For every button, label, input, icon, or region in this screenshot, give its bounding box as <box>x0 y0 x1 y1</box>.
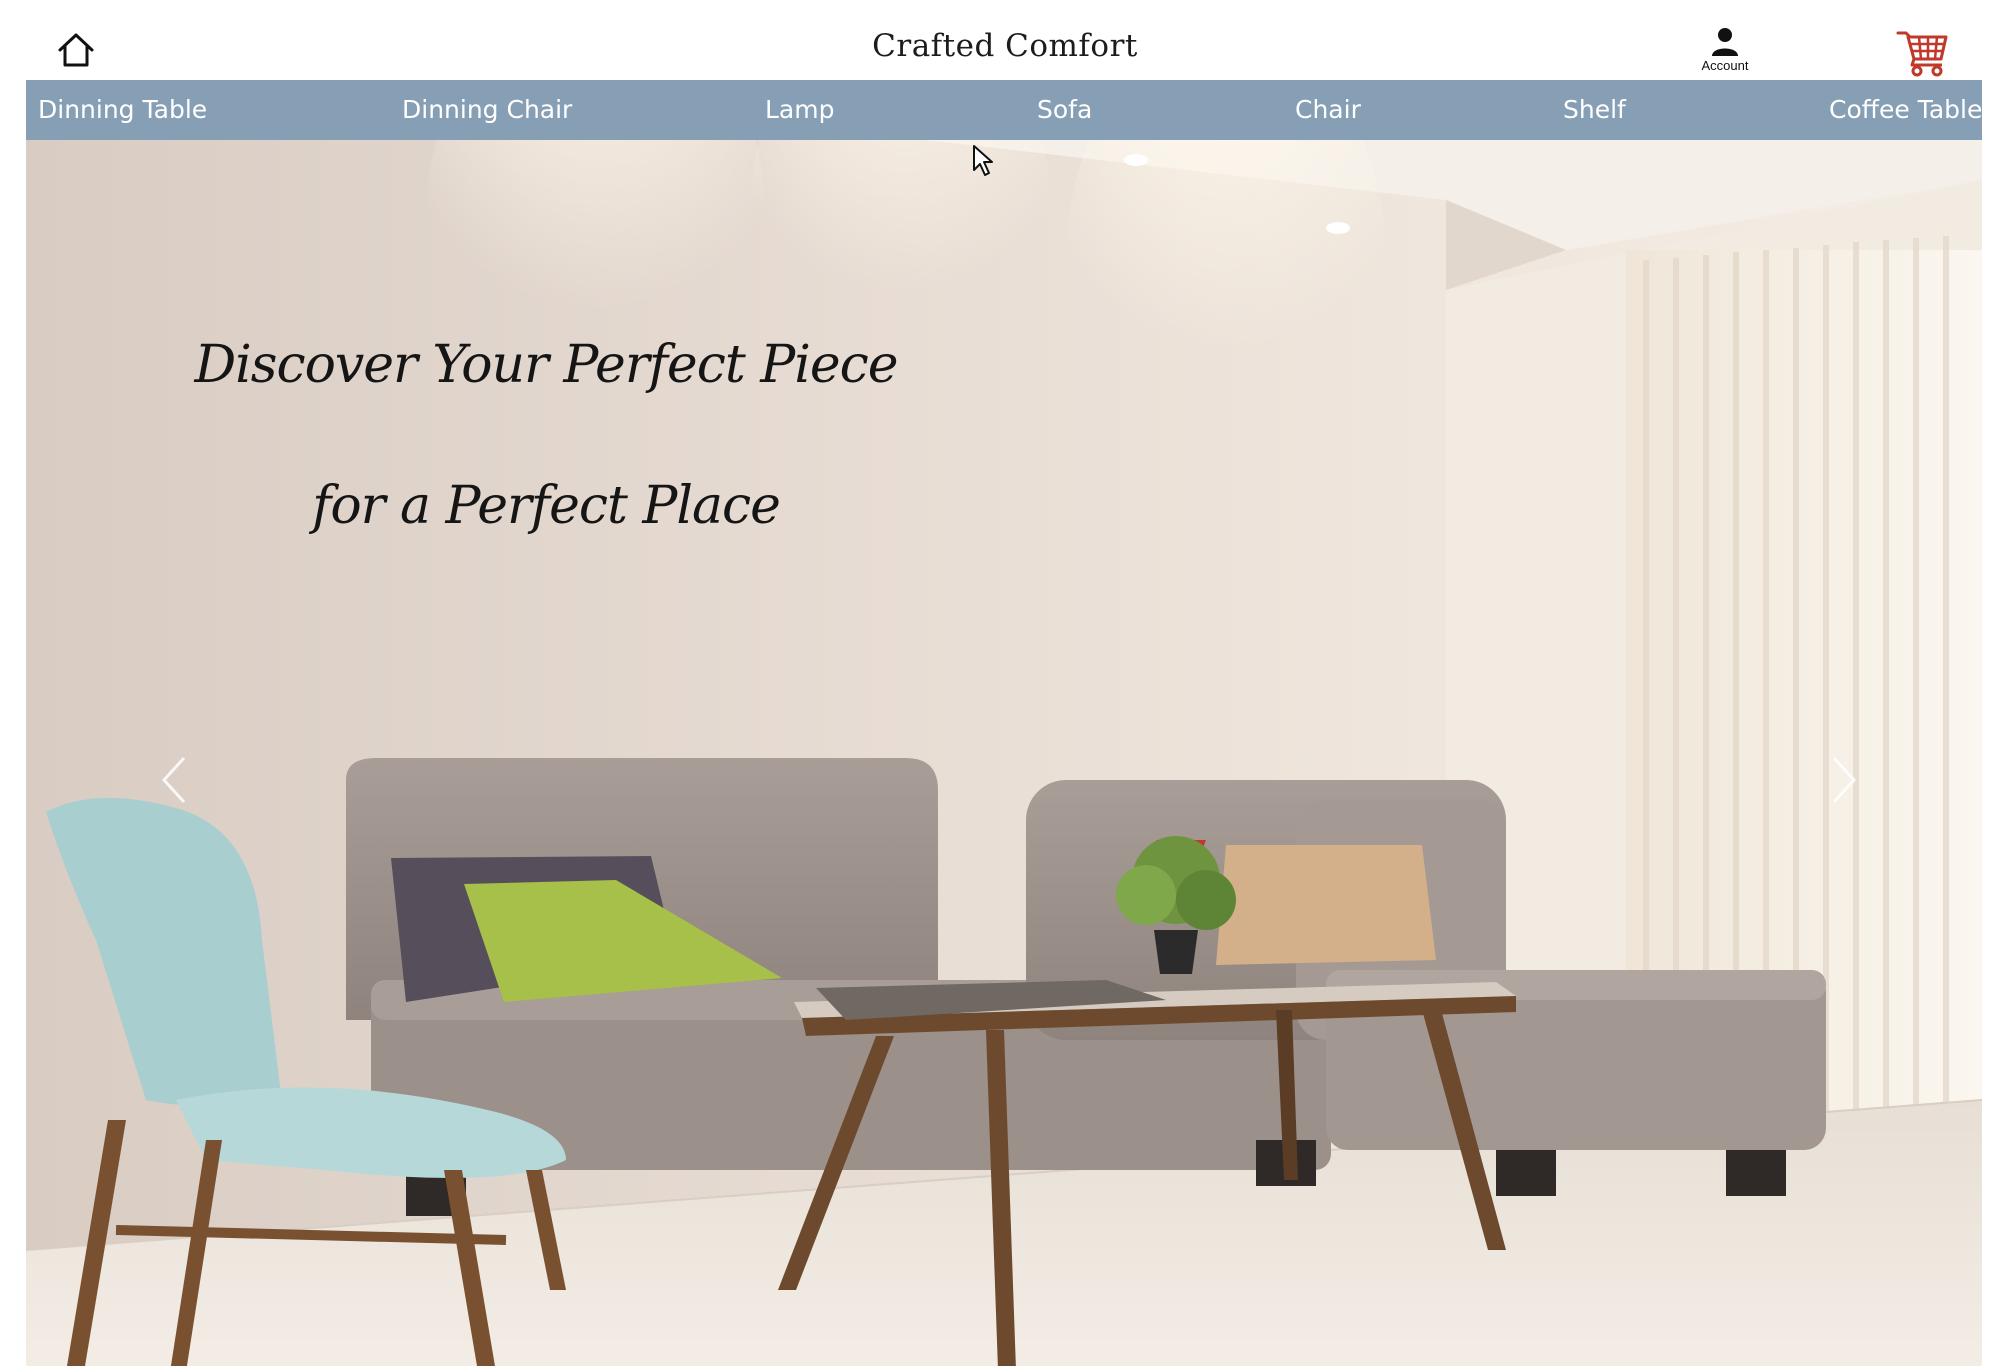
nav-item-dinning-chair[interactable]: Dinning Chair <box>402 80 572 140</box>
home-button[interactable] <box>56 30 96 70</box>
hero-heading-line-2: for a Perfect Place <box>312 476 781 536</box>
carousel-prev-button[interactable] <box>152 750 196 810</box>
hero-banner: Discover Your Perfect Piece for a Perfec… <box>26 140 1982 1366</box>
nav-item-coffee-table[interactable]: Coffee Table <box>1829 80 1982 140</box>
nav-item-lamp[interactable]: Lamp <box>765 80 834 140</box>
nav-item-shelf[interactable]: Shelf <box>1563 80 1626 140</box>
hero-image <box>26 140 1982 1366</box>
account-button[interactable]: Account <box>1692 26 1758 76</box>
user-icon <box>1712 28 1738 56</box>
shopping-cart-icon <box>1896 31 1948 77</box>
chevron-left-icon <box>161 756 186 804</box>
nav-item-dinning-table[interactable]: Dinning Table <box>38 80 207 140</box>
cart-button[interactable] <box>1896 27 1950 77</box>
nav-item-chair[interactable]: Chair <box>1295 80 1361 140</box>
home-icon <box>58 33 94 67</box>
account-label: Account <box>1701 58 1749 73</box>
category-nav: Dinning Table Dinning Chair Lamp Sofa Ch… <box>26 80 1982 140</box>
chevron-right-icon <box>1832 756 1857 804</box>
hero-heading-line-1: Discover Your Perfect Piece <box>194 335 898 395</box>
site-header: Crafted Comfort Account <box>0 0 2010 80</box>
nav-item-sofa[interactable]: Sofa <box>1037 80 1092 140</box>
mouse-cursor-icon <box>973 145 993 176</box>
page: Crafted Comfort Account Dinning Table Di… <box>0 0 2010 1366</box>
carousel-next-button[interactable] <box>1822 750 1866 810</box>
